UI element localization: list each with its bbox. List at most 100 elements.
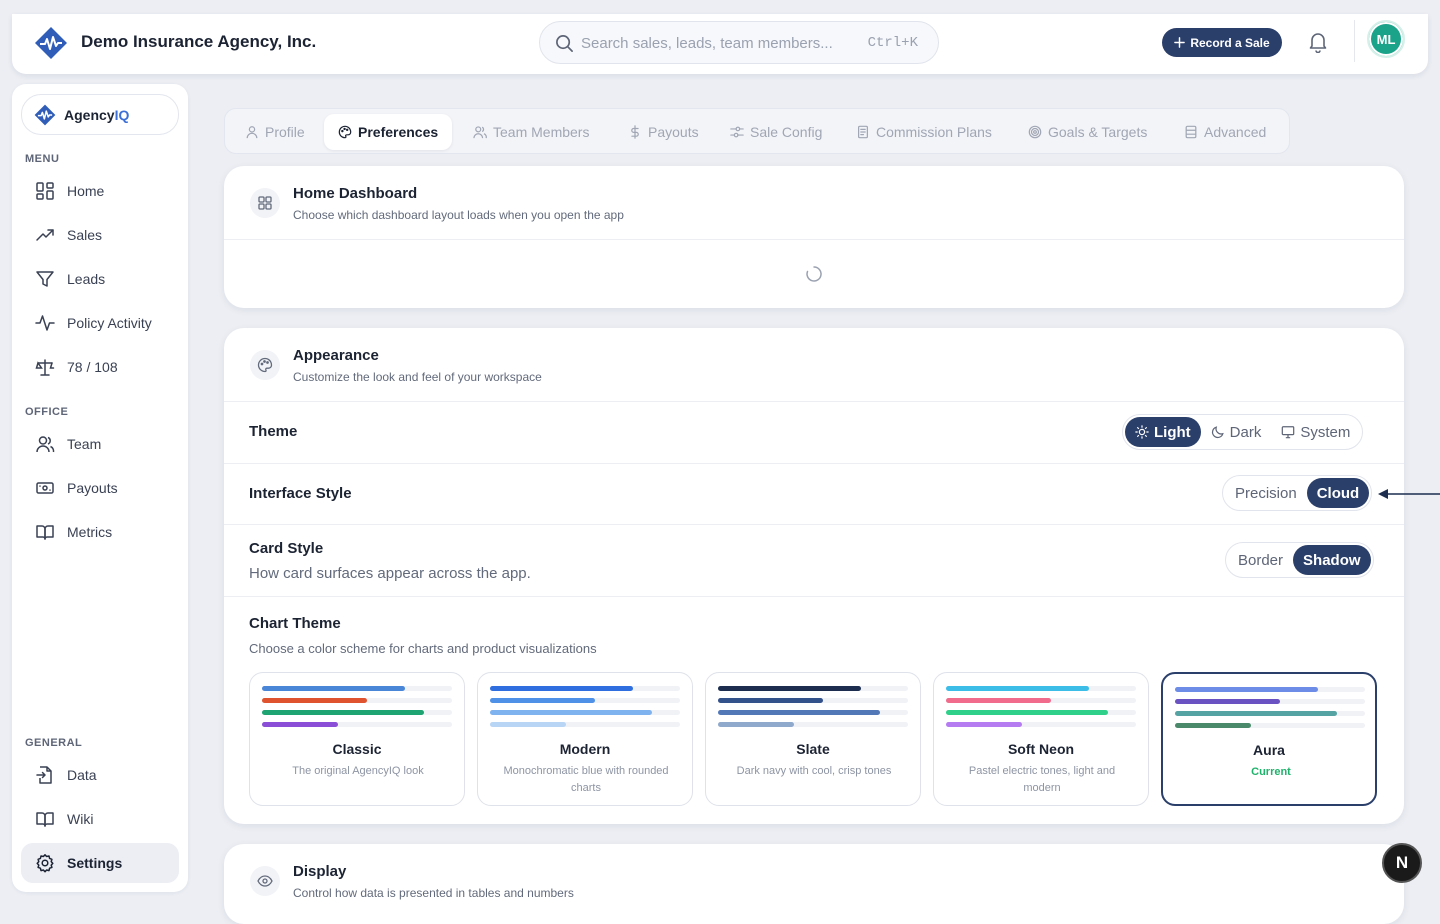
sidebar-item-leads[interactable]: Leads — [21, 259, 179, 299]
sidebar-item-home[interactable]: Home — [21, 171, 179, 211]
users-icon — [473, 126, 487, 139]
preview-bar — [262, 710, 424, 715]
theme-option-label: Dark — [1229, 423, 1262, 441]
palette-icon — [250, 350, 280, 380]
tab-preferences[interactable]: Preferences — [324, 114, 453, 150]
chart-theme-option-classic[interactable]: Classic The original AgencyIQ look — [249, 672, 465, 806]
card-header: Home Dashboard Choose which dashboard la… — [224, 166, 1404, 240]
card-style-label: Card Style — [249, 540, 324, 557]
database-icon — [1185, 125, 1197, 139]
gear-icon — [36, 854, 54, 873]
chart-theme-subtitle: Choose a color scheme for charts and pro… — [249, 641, 597, 656]
theme-option-dark[interactable]: Dark — [1201, 417, 1272, 447]
interface-option-precision[interactable]: Precision — [1225, 478, 1307, 508]
palette-icon — [338, 125, 352, 139]
grid-icon — [36, 182, 54, 200]
sidebar-item-sales[interactable]: Sales — [21, 215, 179, 255]
theme-description: Monochromatic blue with rounded charts — [503, 765, 669, 794]
sidebar-item-scale[interactable]: 78 / 108 — [21, 347, 179, 387]
tab-advanced[interactable]: Advanced — [1170, 114, 1280, 150]
preview-bar-track — [718, 722, 908, 727]
sidebar-item-wiki[interactable]: Wiki — [21, 799, 179, 839]
target-icon — [1028, 125, 1042, 139]
sidebar-item-metrics[interactable]: Metrics — [21, 512, 179, 552]
record-sale-button[interactable]: Record a Sale — [1162, 28, 1282, 57]
moon-icon — [1211, 426, 1224, 439]
card-subtitle: Customize the look and feel of your work… — [293, 370, 542, 384]
eye-icon — [250, 866, 280, 896]
card-style-option-shadow[interactable]: Shadow — [1293, 545, 1371, 575]
tab-label: Sale Config — [750, 124, 823, 140]
sidebar-item-label: Metrics — [67, 524, 113, 540]
tab-goals-targets[interactable]: Goals & Targets — [1014, 114, 1161, 150]
theme-option-label: System — [1300, 423, 1351, 441]
preview-bar-track — [490, 722, 680, 727]
sidebar-item-label: Policy Activity — [67, 315, 152, 331]
chart-theme-option-slate[interactable]: Slate Dark navy with cool, crisp tones — [705, 672, 921, 806]
book-icon — [36, 812, 54, 827]
card-style-option-border[interactable]: Border — [1228, 545, 1293, 575]
arrow-pointer-icon — [1378, 489, 1440, 499]
chart-theme-option-soft-neon[interactable]: Soft Neon Pastel electric tones, light an… — [933, 672, 1149, 806]
tab-payouts[interactable]: Payouts — [614, 114, 713, 150]
sliders-icon — [730, 126, 744, 138]
preview-bar-track — [1175, 723, 1365, 728]
card-subtitle: Choose which dashboard layout loads when… — [293, 208, 624, 222]
tab-commission-plans[interactable]: Commission Plans — [842, 114, 1006, 150]
plus-icon — [1174, 37, 1186, 48]
sidebar-item-settings[interactable]: Settings — [21, 843, 179, 883]
bell-icon[interactable] — [1308, 31, 1328, 53]
office-section-label: OFFICE — [25, 406, 69, 418]
theme-preview — [490, 686, 680, 734]
theme-preview — [1175, 687, 1365, 735]
theme-option-light[interactable]: Light — [1125, 417, 1201, 447]
theme-row: Theme Light Dark System — [224, 402, 1404, 464]
banknote-icon — [36, 482, 54, 494]
document-icon — [858, 125, 868, 139]
theme-option-system[interactable]: System — [1271, 417, 1360, 447]
preview-bar — [1175, 711, 1337, 716]
brand-switcher[interactable]: AgencyIQ — [21, 94, 179, 135]
sidebar-item-label: Data — [67, 767, 97, 783]
preview-bar-track — [946, 698, 1136, 703]
sidebar-item-payouts[interactable]: Payouts — [21, 468, 179, 508]
sidebar-item-policy-activity[interactable]: Policy Activity — [21, 303, 179, 343]
filter-icon — [36, 271, 54, 287]
search-input[interactable]: Search sales, leads, team members... Ctr… — [539, 21, 939, 64]
card-style-option-label: Shadow — [1303, 551, 1361, 569]
brand-prefix: Agency — [64, 106, 115, 123]
sidebar-item-label: Sales — [67, 227, 103, 243]
preview-bar-track — [1175, 699, 1365, 704]
avatar[interactable]: ML — [1367, 20, 1405, 58]
sidebar-item-team[interactable]: Team — [21, 424, 179, 464]
sidebar-item-label: Team — [67, 436, 102, 452]
preview-bar-track — [718, 710, 908, 715]
tab-profile[interactable]: Profile — [231, 114, 319, 150]
preview-bar — [262, 686, 405, 691]
tab-team-members[interactable]: Team Members — [459, 114, 603, 150]
preview-bar — [718, 698, 823, 703]
tab-label: Commission Plans — [876, 124, 992, 140]
preview-bar-track — [262, 698, 452, 703]
file-import-icon — [36, 766, 52, 784]
search-icon — [556, 35, 573, 52]
tab-sale-config[interactable]: Sale Config — [716, 114, 836, 150]
dev-tools-badge[interactable]: N — [1382, 843, 1422, 883]
trending-up-icon — [36, 229, 54, 241]
sidebar-item-data[interactable]: Data — [21, 755, 179, 795]
logo-icon[interactable] — [34, 26, 68, 60]
theme-description: The original AgencyIQ look — [292, 765, 424, 777]
theme-preview — [718, 686, 908, 734]
current-badge: Current — [1251, 766, 1291, 778]
interface-option-label: Precision — [1235, 484, 1297, 502]
preview-bar — [262, 698, 367, 703]
chart-theme-option-modern[interactable]: Modern Monochromatic blue with rounded ch… — [477, 672, 693, 806]
interface-option-cloud[interactable]: Cloud — [1306, 478, 1370, 508]
monitor-icon — [1282, 426, 1295, 439]
chart-theme-option-aura[interactable]: Aura Current — [1161, 672, 1377, 806]
preview-bar-track — [718, 698, 908, 703]
preview-bar — [1175, 723, 1251, 728]
sidebar-item-label: Wiki — [67, 811, 94, 827]
preview-bar-track — [262, 710, 452, 715]
brand-name: AgencyIQ — [64, 107, 129, 123]
